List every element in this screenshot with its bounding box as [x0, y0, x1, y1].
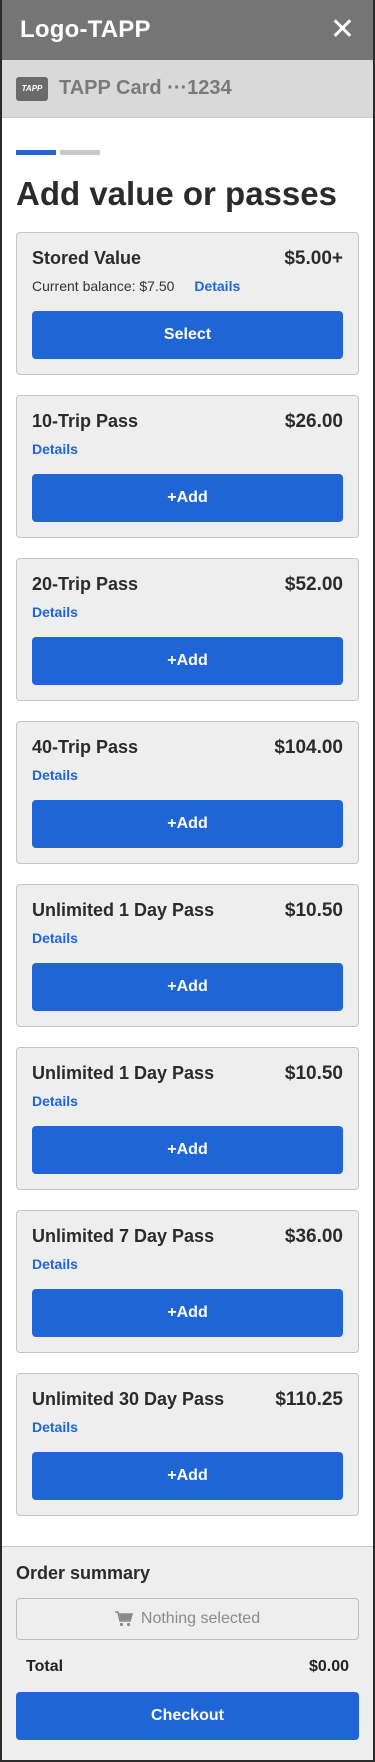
product-price: $10.50 — [284, 1062, 343, 1084]
product-price: $5.00+ — [284, 247, 343, 269]
details-link[interactable]: Details — [194, 278, 240, 294]
add-button[interactable]: +Add — [32, 1125, 343, 1174]
product-price: $110.25 — [275, 1388, 343, 1410]
product-name: Unlimited 7 Day Pass — [32, 1225, 215, 1246]
details-link[interactable]: Details — [32, 1419, 78, 1435]
app-frame: Logo-TAPP ✕ TAPP TAPP Card ···1234 Add v… — [0, 0, 375, 1762]
page-title: Add value or passes — [16, 175, 337, 212]
progress-step-2 — [60, 150, 100, 155]
details-link[interactable]: Details — [32, 1256, 78, 1272]
details-link[interactable]: Details — [32, 604, 78, 620]
card-name: TAPP Card ···1234 — [59, 77, 232, 99]
product-card-20-trip: 20-Trip Pass $52.00 Details +Add — [16, 557, 359, 701]
card-icon: TAPP — [16, 76, 48, 101]
order-summary-title: Order summary — [16, 1563, 151, 1583]
select-button[interactable]: Select — [32, 310, 343, 359]
product-price: $52.00 — [284, 573, 343, 595]
add-button[interactable]: +Add — [32, 799, 343, 848]
checkout-button[interactable]: Checkout — [16, 1692, 359, 1740]
order-summary-panel: Order summary Nothing selected Total $0.… — [2, 1546, 373, 1760]
cart-icon — [114, 1611, 133, 1627]
card-bar: TAPP TAPP Card ···1234 — [2, 60, 373, 118]
add-button[interactable]: +Add — [32, 1451, 343, 1500]
product-name: 10-Trip Pass — [32, 410, 139, 431]
product-name: 40-Trip Pass — [32, 736, 139, 757]
add-button[interactable]: +Add — [32, 962, 343, 1011]
app-logo: Logo-TAPP — [20, 16, 151, 43]
product-price: $26.00 — [284, 410, 343, 432]
product-name: Unlimited 1 Day Pass — [32, 1062, 215, 1083]
product-price: $36.00 — [284, 1225, 343, 1247]
total-label: Total — [26, 1658, 64, 1675]
details-link[interactable]: Details — [32, 930, 78, 946]
add-button[interactable]: +Add — [32, 1288, 343, 1337]
product-name: Stored Value — [32, 247, 142, 268]
details-link[interactable]: Details — [32, 767, 78, 783]
current-balance: Current balance: $7.50 — [32, 277, 175, 294]
order-items-box: Nothing selected — [16, 1598, 359, 1640]
total-row: Total $0.00 — [16, 1658, 359, 1676]
product-card-unlimited-30-day: Unlimited 30 Day Pass $110.25 Details +A… — [16, 1372, 359, 1516]
product-list: Stored Value $5.00+ Current balance: $7.… — [16, 231, 359, 1516]
add-button[interactable]: +Add — [32, 636, 343, 685]
product-card-unlimited-1-day: Unlimited 1 Day Pass $10.50 Details +Add — [16, 1046, 359, 1190]
product-card-unlimited-1-day: Unlimited 1 Day Pass $10.50 Details +Add — [16, 883, 359, 1027]
product-card-10-trip: 10-Trip Pass $26.00 Details +Add — [16, 394, 359, 538]
product-card-unlimited-7-day: Unlimited 7 Day Pass $36.00 Details +Add — [16, 1209, 359, 1353]
progress-indicator — [16, 150, 359, 155]
empty-order-text: Nothing selected — [140, 1610, 261, 1627]
product-price: $104.00 — [274, 736, 343, 758]
product-price: $10.50 — [284, 899, 343, 921]
total-value: $0.00 — [308, 1658, 349, 1675]
top-bar: Logo-TAPP ✕ — [2, 0, 373, 60]
product-name: 20-Trip Pass — [32, 573, 139, 594]
details-link[interactable]: Details — [32, 441, 78, 457]
main-content: Add value or passes Stored Value $5.00+ … — [2, 150, 373, 1516]
details-link[interactable]: Details — [32, 1093, 78, 1109]
product-card-stored-value: Stored Value $5.00+ Current balance: $7.… — [16, 231, 359, 375]
progress-step-1 — [16, 150, 56, 155]
product-card-40-trip: 40-Trip Pass $104.00 Details +Add — [16, 720, 359, 864]
product-name: Unlimited 30 Day Pass — [32, 1388, 225, 1409]
add-button[interactable]: +Add — [32, 473, 343, 522]
close-icon[interactable]: ✕ — [330, 15, 355, 45]
product-name: Unlimited 1 Day Pass — [32, 899, 215, 920]
